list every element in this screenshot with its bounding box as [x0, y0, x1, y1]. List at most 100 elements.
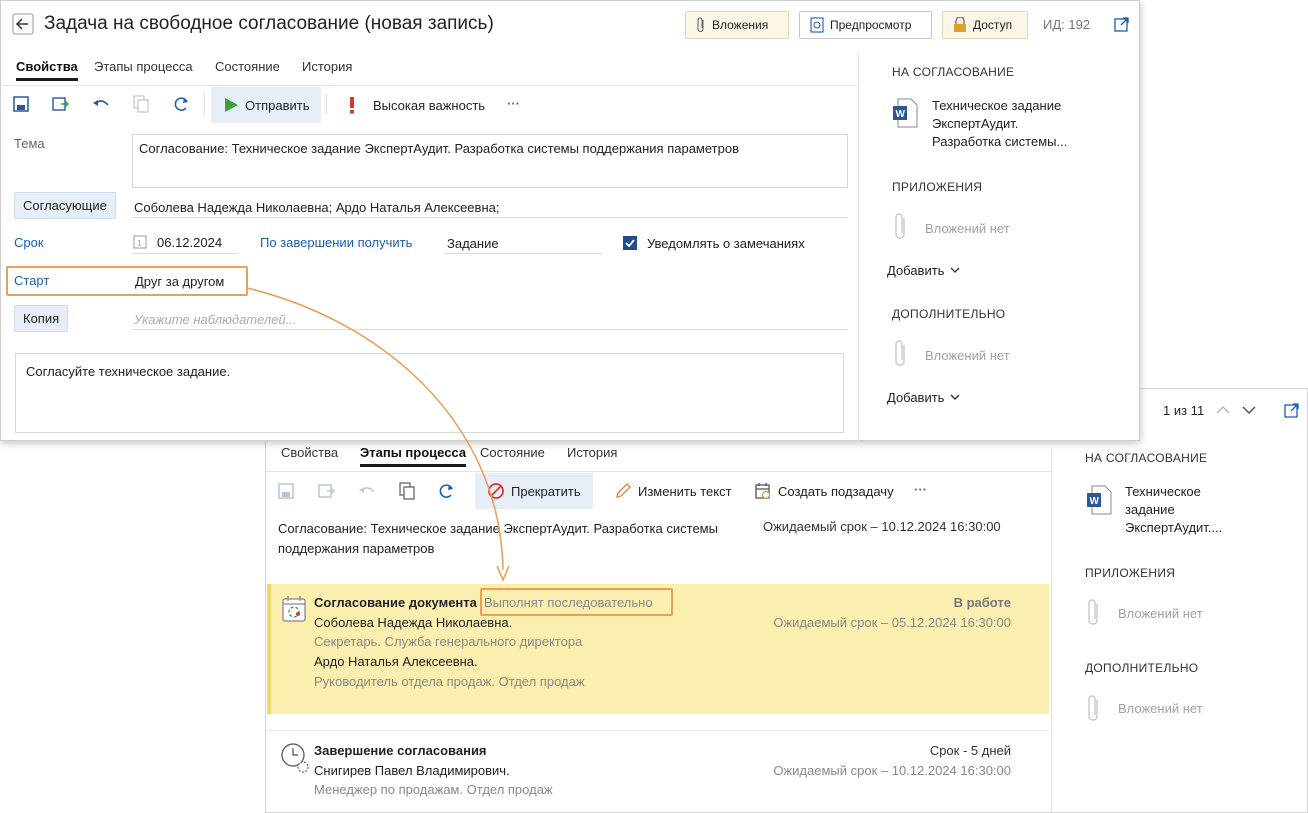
side-panel-divider: [1051, 449, 1052, 813]
tab-process-stages[interactable]: Этапы процесса: [94, 59, 193, 74]
comment-field[interactable]: Согласуйте техническое задание.: [15, 353, 844, 433]
send-button[interactable]: Отправить: [215, 88, 317, 122]
document-title[interactable]: Техническое задание ЭкспертАудит....: [1125, 483, 1245, 537]
stage-title: Согласование документа: [314, 595, 477, 610]
attachments-label: Вложения: [712, 18, 769, 32]
high-importance-button[interactable]: Высокая важность: [337, 88, 493, 122]
section-additional: ДОПОЛНИТЕЛЬНО: [1085, 661, 1199, 675]
preview-icon: [810, 17, 824, 33]
tab-state[interactable]: Состояние: [215, 59, 280, 74]
toolbar-separator: [204, 93, 205, 115]
tab-divider: [266, 471, 1051, 472]
tab-process-stages[interactable]: Этапы процесса: [360, 445, 467, 467]
create-subtask-button[interactable]: Создать подзадачу: [746, 474, 902, 508]
more-menu[interactable]: ···: [507, 96, 520, 111]
copy-underline: [132, 329, 848, 330]
copy-button[interactable]: Копия: [14, 305, 69, 332]
stage-expected: Ожидаемый срок – 10.12.2024 16:30:00: [773, 763, 1011, 778]
due-date-field[interactable]: 06.12.2024: [157, 235, 222, 250]
section-for-approval: НА СОГЛАСОВАНИЕ: [892, 65, 1015, 79]
no-attachments-label: Вложений нет: [1118, 701, 1203, 716]
edit-text-label: Изменить текст: [638, 483, 732, 499]
section-attachments: ПРИЛОЖЕНИЯ: [1085, 566, 1176, 580]
task-card-window: Задача на свободное согласование (новая …: [0, 0, 1140, 441]
access-label: Доступ: [973, 18, 1013, 32]
stage-status: В работе: [953, 595, 1011, 610]
on-complete-label[interactable]: По завершении получить: [260, 235, 412, 250]
stage-person-role: Менеджер по продажам. Отдел продаж: [314, 782, 553, 797]
undo-icon[interactable]: [358, 484, 376, 498]
save-icon[interactable]: [13, 96, 29, 112]
tab-history[interactable]: История: [567, 445, 617, 460]
open-window-icon[interactable]: [1284, 402, 1300, 418]
open-window-icon[interactable]: [1114, 16, 1130, 32]
tab-state[interactable]: Состояние: [480, 445, 545, 460]
stage-person-name: Снигирев Павел Владимирович.: [314, 763, 510, 778]
play-icon: [225, 98, 238, 112]
subject-field[interactable]: Согласование: Техническое задание Экспер…: [132, 134, 848, 188]
stage-status: Срок - 5 дней: [929, 743, 1011, 758]
tab-divider: [2, 85, 857, 86]
stage-person-role: Секретарь. Служба генерального директора: [314, 634, 583, 649]
back-arrow-icon[interactable]: [12, 13, 34, 35]
more-menu[interactable]: ···: [914, 482, 927, 497]
section-attachments: ПРИЛОЖЕНИЯ: [892, 180, 983, 194]
notify-label: Уведомлять о замечаниях: [647, 236, 805, 251]
task-summary-title: Согласование: Техническое задание Экспер…: [278, 521, 718, 556]
subtask-label: Создать подзадачу: [778, 483, 894, 499]
add-additional-dropdown[interactable]: Добавить: [887, 390, 960, 405]
window-title: Задача на свободное согласование (новая …: [44, 13, 494, 34]
save-close-icon[interactable]: [52, 95, 70, 113]
subject-label: Тема: [14, 136, 45, 151]
copy-observers-input[interactable]: Укажите наблюдателей...: [134, 312, 297, 327]
add-attachment-dropdown[interactable]: Добавить: [887, 263, 960, 278]
clock-gear-icon: [281, 743, 309, 773]
approvers-field[interactable]: Соболева Надежда Николаевна; Ардо Наталь…: [134, 200, 499, 215]
no-attachments-label: Вложений нет: [925, 348, 1010, 363]
process-window: 1 из 11 Свойства Этапы процесса Состояни…: [265, 388, 1308, 813]
tab-properties[interactable]: Свойства: [16, 59, 78, 81]
chevron-up-icon[interactable]: [1216, 405, 1230, 415]
stage-title: Завершение согласования: [314, 743, 487, 758]
calendar-icon[interactable]: 1: [133, 235, 147, 249]
access-button[interactable]: Доступ: [942, 11, 1028, 39]
document-title[interactable]: Техническое задание ЭкспертАудит. Разраб…: [932, 97, 1082, 151]
word-document-icon[interactable]: W: [892, 98, 918, 128]
undo-icon[interactable]: [92, 97, 110, 111]
on-complete-field[interactable]: Задание: [447, 236, 499, 251]
no-attachments-label: Вложений нет: [925, 221, 1010, 236]
approvers-button[interactable]: Согласующие: [14, 192, 116, 219]
preview-button[interactable]: Предпросмотр: [799, 11, 932, 39]
tab-history[interactable]: История: [302, 59, 352, 74]
exclamation-icon: [350, 97, 354, 114]
send-label: Отправить: [245, 97, 310, 113]
record-id: ИД: 192: [1043, 17, 1091, 32]
section-additional: ДОПОЛНИТЕЛЬНО: [892, 307, 1006, 321]
word-document-icon[interactable]: W: [1086, 485, 1112, 515]
due-label[interactable]: Срок: [14, 235, 44, 250]
edit-text-button[interactable]: Изменить текст: [606, 474, 740, 508]
stop-icon: [488, 483, 504, 499]
stop-button[interactable]: Прекратить: [479, 474, 589, 508]
task-summary-expected: Ожидаемый срок – 10.12.2024 16:30:00: [763, 519, 1001, 534]
highlight-frame-mode: [480, 588, 673, 616]
save-icon[interactable]: [278, 483, 294, 499]
notify-checkbox[interactable]: [623, 236, 637, 250]
refresh-icon[interactable]: [437, 482, 455, 500]
add-label: Добавить: [887, 390, 945, 405]
attachments-button[interactable]: Вложения: [685, 11, 789, 39]
importance-label: Высокая важность: [373, 97, 486, 113]
paperclip-icon: [1088, 695, 1098, 721]
approvers-underline: [132, 217, 848, 218]
stage-separator: [267, 730, 1049, 731]
copy-icon[interactable]: [399, 482, 415, 500]
chevron-down-icon: [950, 267, 960, 273]
tab-properties[interactable]: Свойства: [281, 445, 338, 460]
svg-text:1: 1: [137, 239, 142, 248]
stage-person-name: Соболева Надежда Николаевна.: [314, 615, 513, 630]
refresh-icon[interactable]: [172, 95, 190, 113]
chevron-down-icon[interactable]: [1242, 405, 1256, 415]
svg-text:W: W: [1090, 496, 1100, 507]
save-close-icon[interactable]: [318, 482, 336, 500]
copy-icon[interactable]: [133, 95, 149, 113]
